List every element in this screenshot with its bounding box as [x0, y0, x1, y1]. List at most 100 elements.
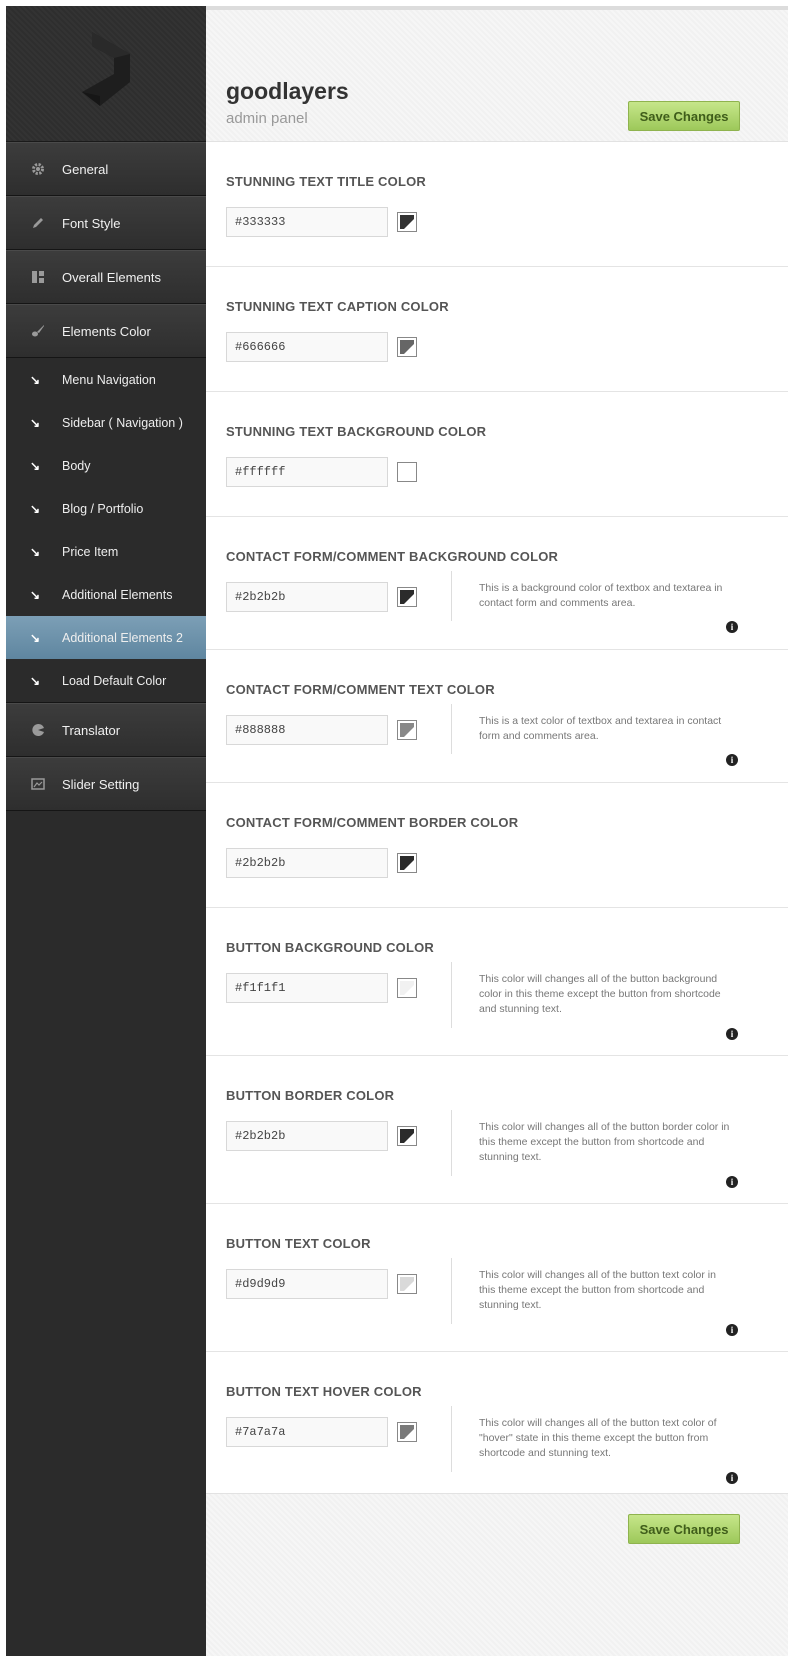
color-hex-input[interactable]: #d9d9d9	[226, 1269, 388, 1299]
option-stunning-text-background-color: STUNNING TEXT BACKGROUND COLOR #ffffff	[206, 392, 788, 517]
page-subtitle: admin panel	[226, 110, 308, 127]
sidebar-subitem-label: Menu Navigation	[62, 372, 156, 387]
color-picker-swatch[interactable]	[397, 462, 417, 482]
sidebar-subitem-label: Body	[62, 458, 91, 473]
color-hex-input[interactable]: #2b2b2b	[226, 582, 388, 612]
swatch-color	[400, 340, 414, 354]
option-title: STUNNING TEXT TITLE COLOR	[226, 174, 426, 189]
goodlayers-logo-icon	[82, 32, 130, 106]
info-icon[interactable]: i	[726, 1176, 738, 1188]
sidebar-subitem-load-default-color[interactable]: ↘ Load Default Color	[6, 659, 206, 702]
divider	[451, 704, 452, 754]
option-title: STUNNING TEXT CAPTION COLOR	[226, 299, 449, 314]
sidebar-item-overall-elements[interactable]: Overall Elements	[6, 250, 206, 304]
option-contact-form-background-color: CONTACT FORM/COMMENT BACKGROUND COLOR #2…	[206, 517, 788, 650]
brush-icon	[30, 323, 46, 339]
option-description: This is a text color of textbox and text…	[479, 715, 722, 742]
sidebar-item-translator[interactable]: Translator	[6, 703, 206, 757]
sidebar-subitem-label: Blog / Portfolio	[62, 501, 144, 516]
info-icon[interactable]: i	[726, 1472, 738, 1484]
option-title: CONTACT FORM/COMMENT TEXT COLOR	[226, 682, 495, 697]
swatch-color	[400, 1425, 414, 1439]
color-hex-input[interactable]: #666666	[226, 332, 388, 362]
info-icon[interactable]: i	[726, 621, 738, 633]
arrow-down-right-icon: ↘	[30, 415, 41, 430]
sidebar-item-elements-color[interactable]: Elements Color	[6, 304, 206, 358]
page-title: goodlayers	[226, 78, 349, 104]
sidebar-subitem-blog-portfolio[interactable]: ↘ Blog / Portfolio	[6, 487, 206, 530]
color-picker-swatch[interactable]	[397, 720, 417, 740]
slides-icon	[30, 776, 46, 792]
color-picker-swatch[interactable]	[397, 212, 417, 232]
sidebar-subitem-label: Additional Elements 2	[62, 630, 183, 645]
divider	[451, 962, 452, 1028]
swatch-color	[400, 1129, 414, 1143]
info-icon[interactable]: i	[726, 1324, 738, 1336]
sidebar-subitem-additional-elements[interactable]: ↘ Additional Elements	[6, 573, 206, 616]
color-hex-input[interactable]: #7a7a7a	[226, 1417, 388, 1447]
sidebar-subitem-price-item[interactable]: ↘ Price Item	[6, 530, 206, 573]
divider	[451, 571, 452, 621]
color-picker-swatch[interactable]	[397, 337, 417, 357]
option-description: This color will changes all of the butto…	[479, 1121, 730, 1163]
color-picker-swatch[interactable]	[397, 1422, 417, 1442]
swatch-color	[400, 981, 414, 995]
option-stunning-text-title-color: STUNNING TEXT TITLE COLOR #333333	[206, 142, 788, 267]
swatch-color	[400, 215, 414, 229]
option-title: CONTACT FORM/COMMENT BACKGROUND COLOR	[226, 549, 559, 564]
option-title: BUTTON BORDER COLOR	[226, 1088, 395, 1103]
color-hex-input[interactable]: #888888	[226, 715, 388, 745]
option-title: BUTTON TEXT HOVER COLOR	[226, 1384, 422, 1399]
color-picker-swatch[interactable]	[397, 978, 417, 998]
option-contact-form-border-color: CONTACT FORM/COMMENT BORDER COLOR #2b2b2…	[206, 783, 788, 908]
option-stunning-text-caption-color: STUNNING TEXT CAPTION COLOR #666666	[206, 267, 788, 392]
sidebar-item-label: Translator	[62, 722, 121, 738]
sidebar-item-label: Slider Setting	[62, 776, 140, 792]
sidebar-subitem-sidebar-navigation[interactable]: ↘ Sidebar ( Navigation )	[6, 401, 206, 444]
logo-area	[6, 6, 206, 142]
option-description: This color will changes all of the butto…	[479, 1269, 716, 1311]
sidebar-subitem-label: Sidebar ( Navigation )	[62, 415, 183, 430]
sidebar-item-label: Font Style	[62, 215, 121, 231]
arrow-down-right-icon: ↘	[30, 630, 41, 645]
option-button-border-color: BUTTON BORDER COLOR #2b2b2b This color w…	[206, 1056, 788, 1204]
color-picker-swatch[interactable]	[397, 587, 417, 607]
save-changes-button[interactable]: Save Changes	[628, 1514, 740, 1544]
swatch-color	[400, 856, 414, 870]
elements-color-submenu: ↘ Menu Navigation ↘ Sidebar ( Navigation…	[6, 358, 206, 703]
arrow-down-right-icon: ↘	[30, 501, 41, 516]
arrow-down-right-icon: ↘	[30, 372, 41, 387]
swatch-color	[400, 723, 414, 737]
swatch-color	[400, 465, 414, 479]
color-hex-input[interactable]: #2b2b2b	[226, 1121, 388, 1151]
sidebar-subitem-label: Load Default Color	[62, 673, 167, 688]
color-hex-input[interactable]: #2b2b2b	[226, 848, 388, 878]
info-icon[interactable]: i	[726, 1028, 738, 1040]
pencil-icon	[30, 215, 46, 231]
info-icon[interactable]: i	[726, 754, 738, 766]
option-title: BUTTON BACKGROUND COLOR	[226, 940, 435, 955]
save-changes-button[interactable]: Save Changes	[628, 101, 740, 131]
option-title: STUNNING TEXT BACKGROUND COLOR	[226, 424, 487, 439]
color-picker-swatch[interactable]	[397, 1126, 417, 1146]
option-title: BUTTON TEXT COLOR	[226, 1236, 371, 1251]
sidebar-item-slider-setting[interactable]: Slider Setting	[6, 757, 206, 811]
option-button-text-color: BUTTON TEXT COLOR #d9d9d9 This color wil…	[206, 1204, 788, 1352]
divider	[451, 1406, 452, 1472]
sidebar-top-menu: General Font Style Overall Elements Elem…	[6, 142, 206, 358]
layout-icon	[30, 269, 46, 285]
sidebar-item-general[interactable]: General	[6, 142, 206, 196]
sidebar-subitem-body[interactable]: ↘ Body	[6, 444, 206, 487]
pie-chart-icon	[30, 722, 46, 738]
color-picker-swatch[interactable]	[397, 853, 417, 873]
color-hex-input[interactable]: #f1f1f1	[226, 973, 388, 1003]
sidebar-item-font-style[interactable]: Font Style	[6, 196, 206, 250]
main-content: goodlayers admin panel Save Changes STUN…	[206, 6, 788, 1656]
option-button-background-color: BUTTON BACKGROUND COLOR #f1f1f1 This col…	[206, 908, 788, 1056]
gear-icon	[30, 161, 46, 177]
color-picker-swatch[interactable]	[397, 1274, 417, 1294]
color-hex-input[interactable]: #ffffff	[226, 457, 388, 487]
sidebar-subitem-additional-elements-2[interactable]: ↘ Additional Elements 2	[6, 616, 206, 659]
sidebar-subitem-menu-navigation[interactable]: ↘ Menu Navigation	[6, 358, 206, 401]
color-hex-input[interactable]: #333333	[226, 207, 388, 237]
